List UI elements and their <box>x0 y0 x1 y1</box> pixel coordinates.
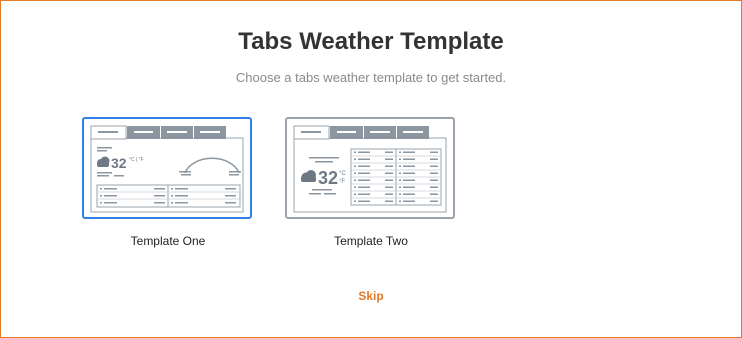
preview-unit-f: °F <box>339 179 345 185</box>
template-two-preview: 32 °C °F <box>293 125 447 213</box>
skip-link[interactable]: Skip <box>0 289 742 303</box>
preview-units: °C | °F <box>129 157 144 163</box>
preview-temperature: 32 <box>318 168 338 188</box>
template-two-card[interactable]: 32 °C °F <box>285 117 455 219</box>
template-two-label[interactable]: Template Two <box>271 234 471 248</box>
template-one-card[interactable]: 32 °C | °F <box>82 117 252 219</box>
preview-temperature: 32 <box>111 155 127 171</box>
page-title: Tabs Weather Template <box>238 28 504 55</box>
preview-unit-c: °C <box>339 171 346 177</box>
page-subtitle: Choose a tabs weather template to get st… <box>235 70 507 85</box>
template-one-label[interactable]: Template One <box>68 234 268 248</box>
template-one-preview: 32 °C | °F <box>90 125 244 213</box>
